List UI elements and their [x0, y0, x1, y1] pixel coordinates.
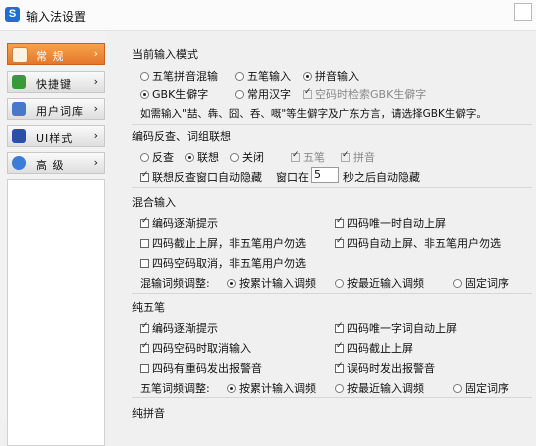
checkbox-mixed-unique-auto[interactable]: 四码唯一时自动上屏	[335, 215, 446, 231]
section-title-pure-wubi: 纯五笔	[132, 301, 165, 314]
checkbox-icon	[341, 150, 350, 162]
checkbox-lookup-pinyin[interactable]: 拼音	[341, 149, 375, 165]
sidebar-item-label: 常 规	[36, 50, 65, 63]
checkbox-icon	[140, 170, 149, 182]
divider	[132, 293, 532, 294]
wubi-freq-label: 五笔词频调整:	[140, 382, 210, 395]
checkbox-icon	[140, 216, 149, 228]
checkbox-wubi-gradual-hint[interactable]: 编码逐渐提示	[140, 320, 218, 336]
radio-wubi-freq-recent[interactable]: 按最近输入调频	[335, 380, 424, 396]
radio-common-chars[interactable]: 常用汉字	[235, 86, 291, 102]
mixed-freq-label: 混输词频调整:	[140, 277, 210, 290]
checkbox-icon	[140, 321, 149, 333]
radio-wubi-freq-cumulative[interactable]: 按累计输入调频	[227, 380, 316, 396]
radio-reverse-lookup[interactable]: 反查	[140, 149, 174, 165]
after-seconds-label: 秒之后自动隐藏	[343, 171, 420, 184]
radio-wubi-pinyin-mixed[interactable]: 五笔拼音混输	[140, 68, 218, 84]
checkbox-icon	[140, 364, 149, 373]
book-icon	[12, 102, 26, 116]
radio-icon	[185, 153, 194, 162]
chevron-right-icon: ›	[93, 102, 98, 115]
radio-icon	[140, 90, 149, 99]
radio-association[interactable]: 联想	[185, 149, 219, 165]
radio-mixed-freq-fixed[interactable]: 固定词序	[453, 275, 509, 291]
radio-icon	[335, 384, 344, 393]
app-logo-icon: S	[5, 7, 20, 22]
radio-icon	[140, 153, 149, 162]
checkbox-icon	[291, 150, 300, 162]
chevron-right-icon: ›	[93, 47, 98, 60]
close-button[interactable]	[514, 3, 532, 21]
sidebar-item-label: UI样式	[36, 132, 74, 145]
title-bar: S 输入法设置	[0, 0, 536, 31]
checkbox-autohide[interactable]: 联想反查窗口自动隐藏	[140, 169, 262, 185]
checkbox-icon	[335, 361, 344, 373]
radio-icon	[453, 279, 462, 288]
settings-content: 当前输入模式 五笔拼音混输 五笔输入 拼音输入 GBK生僻字 常用汉字 空码时检…	[123, 31, 536, 420]
checkbox-wubi-unique-auto[interactable]: 四码唯一字词自动上屏	[335, 320, 457, 336]
radio-off[interactable]: 关闭	[230, 149, 264, 165]
checkbox-icon	[140, 259, 149, 268]
brush-icon	[12, 129, 26, 143]
checkbox-mixed-auto-commit[interactable]: 四码自动上屏、非五笔用户勿选	[335, 235, 501, 251]
section-title-reverse-lookup: 编码反查、词组联想	[132, 130, 231, 143]
checkbox-icon	[335, 321, 344, 333]
radio-mixed-freq-recent[interactable]: 按最近输入调频	[335, 275, 424, 291]
checkbox-wubi-empty-cancel[interactable]: 四码空码时取消输入	[140, 340, 251, 356]
checkbox-icon	[140, 341, 149, 353]
sidebar-item-label: 高 级	[36, 159, 65, 172]
checkbox-wubi-dup-beep[interactable]: 四码有重码发出报警音	[140, 360, 262, 376]
radio-pinyin-input[interactable]: 拼音输入	[303, 68, 359, 84]
sidebar-item-hotkeys[interactable]: 快捷键 ›	[7, 71, 105, 93]
sidebar-item-label: 快捷键	[36, 78, 72, 91]
keyboard-icon	[12, 75, 26, 89]
divider	[132, 397, 532, 398]
radio-icon	[453, 384, 462, 393]
chevron-right-icon: ›	[93, 156, 98, 169]
sidebar-item-user-lexicon[interactable]: 用户词库 ›	[7, 98, 105, 120]
radio-icon	[140, 72, 149, 81]
sidebar-item-advanced[interactable]: 高 级 ›	[7, 152, 105, 174]
checkbox-wubi-cutoff[interactable]: 四码截止上屏	[335, 340, 413, 356]
radio-icon	[303, 72, 312, 81]
divider	[132, 187, 532, 188]
sidebar-item-label: 用户词库	[36, 105, 84, 118]
radio-icon	[227, 384, 236, 393]
radio-wubi-freq-fixed[interactable]: 固定词序	[453, 380, 509, 396]
checkbox-icon	[303, 87, 312, 99]
radio-icon	[227, 279, 236, 288]
checkbox-icon	[335, 341, 344, 353]
checkbox-empty-code-gbk[interactable]: 空码时检索GBK生僻字	[303, 86, 426, 102]
window-title: 输入法设置	[26, 10, 87, 24]
radio-wubi-input[interactable]: 五笔输入	[235, 68, 291, 84]
radio-gbk-rare[interactable]: GBK生僻字	[140, 86, 208, 102]
gear-icon	[12, 156, 26, 170]
radio-icon	[230, 153, 239, 162]
chevron-right-icon: ›	[93, 129, 98, 142]
divider	[132, 124, 532, 125]
section-title-mixed-input: 混合输入	[132, 196, 176, 209]
checkbox-mixed-cutoff[interactable]: 四码截止上屏，非五笔用户勿选	[140, 235, 306, 251]
checkbox-icon	[335, 216, 344, 228]
autohide-seconds-input[interactable]: 5	[311, 167, 339, 183]
settings-icon	[12, 47, 28, 63]
checkbox-lookup-wubi[interactable]: 五笔	[291, 149, 325, 165]
radio-icon	[235, 90, 244, 99]
radio-mixed-freq-cumulative[interactable]: 按累计输入调频	[227, 275, 316, 291]
sidebar-blank-panel	[7, 179, 105, 446]
checkbox-icon	[335, 236, 344, 248]
sidebar-item-general[interactable]: 常 规 ›	[7, 43, 105, 65]
section-title-input-mode: 当前输入模式	[132, 48, 198, 61]
sidebar: 常 规 › 快捷键 › 用户词库 › UI样式 › 高 级 ›	[0, 31, 106, 446]
chevron-right-icon: ›	[93, 75, 98, 88]
radio-icon	[335, 279, 344, 288]
checkbox-mixed-gradual-hint[interactable]: 编码逐渐提示	[140, 215, 218, 231]
sidebar-item-ui-style[interactable]: UI样式 ›	[7, 125, 105, 147]
checkbox-mixed-empty-cancel[interactable]: 四码空码取消，非五笔用户勿选	[140, 255, 306, 271]
radio-icon	[235, 72, 244, 81]
checkbox-icon	[140, 239, 149, 248]
window-in-label: 窗口在	[276, 171, 309, 184]
gbk-hint-text: 如需输入"喆、犇、囧、呑、嘅"等生僻字及广东方言，请选择GBK生僻字。	[140, 108, 487, 120]
checkbox-wubi-error-beep[interactable]: 误码时发出报警音	[335, 360, 435, 376]
